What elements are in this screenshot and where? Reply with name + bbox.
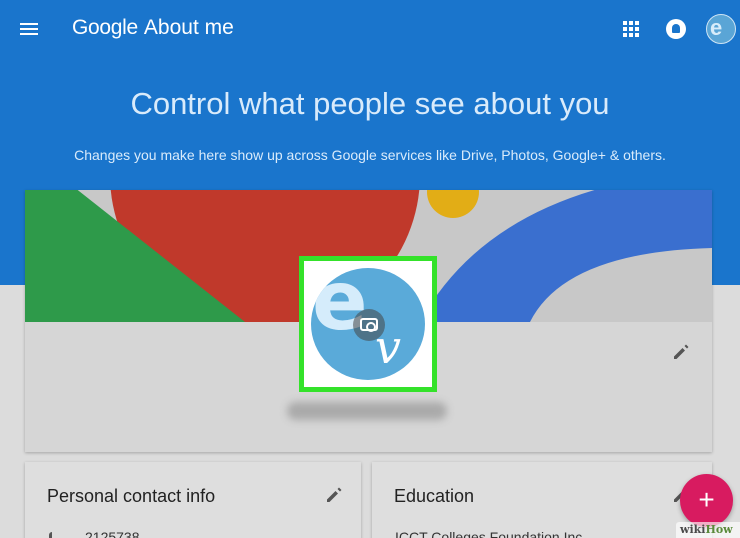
edit-profile-icon[interactable] (672, 343, 690, 361)
apps-icon[interactable] (623, 21, 639, 37)
edit-contact-icon[interactable] (325, 486, 343, 504)
school-name: ICCT Colleges Foundation Inc (395, 529, 583, 538)
camera-icon (360, 318, 378, 332)
change-photo-button[interactable] (353, 309, 385, 341)
card-title: Personal contact info (47, 486, 216, 506)
page-title: Control what people see about you (130, 86, 610, 121)
menu-icon[interactable] (20, 20, 42, 38)
education-card: Education ICCT Colleges Foundation Inc (372, 462, 712, 538)
card-title: Education (394, 486, 475, 506)
product-name: About me (143, 16, 234, 39)
page-subtitle: Changes you make here show up across Goo… (74, 147, 666, 163)
profile-card: e v (25, 190, 712, 452)
google-logo-text: Google (72, 16, 138, 39)
add-button[interactable]: + (680, 474, 733, 527)
notifications-icon[interactable] (666, 19, 686, 39)
phone-number: 2125738 (85, 529, 140, 538)
profile-name-blurred (287, 402, 447, 420)
profile-photo[interactable]: e v (299, 256, 437, 392)
personal-contact-card: Personal contact info 2125738 (25, 462, 361, 538)
phone-icon (49, 532, 57, 538)
account-avatar[interactable]: e (706, 14, 736, 44)
app-title: Google About me (72, 16, 234, 40)
profile-photo-image: e v (311, 268, 425, 380)
wikihow-watermark: wikiHow (676, 522, 740, 538)
